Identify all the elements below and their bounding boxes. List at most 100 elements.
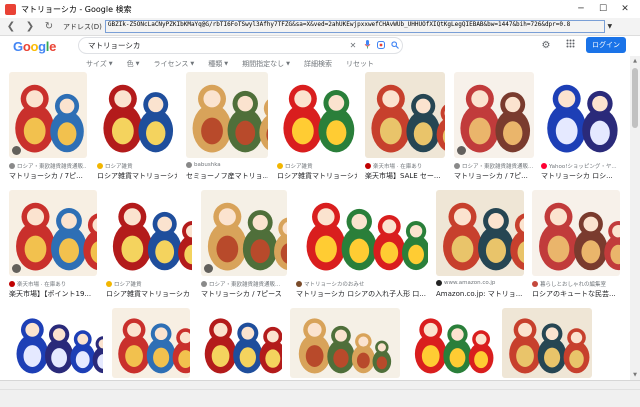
login-button[interactable]: ログイン xyxy=(586,37,626,53)
result-thumbnail[interactable] xyxy=(9,308,103,378)
image-result[interactable]: Yahoo!ショッピング・ヤ... マトリョーシカ ロシ... xyxy=(541,72,619,190)
result-caption[interactable]: マトリョーシカ / 7ピ... xyxy=(9,171,87,181)
image-result[interactable]: ロシア・東欧雑貨雑貨通販... マトリョーシカ / 7ピ... xyxy=(9,72,87,190)
favicon-icon xyxy=(541,163,547,169)
filter-size[interactable]: サイズ ▼ xyxy=(86,59,113,69)
image-result[interactable]: ロシア・東欧雑貨雑貨通販... マトリョーシカ / 7ピース xyxy=(201,190,287,308)
result-source[interactable]: ロシア雑貨 xyxy=(106,280,192,288)
result-source[interactable]: 暮らしとおしゃれの編集室 xyxy=(532,280,620,288)
scrollbar[interactable]: ▲ ▼ xyxy=(630,56,640,380)
minimize-button[interactable]: ─ xyxy=(570,0,592,18)
result-thumbnail[interactable] xyxy=(541,72,619,158)
filter-license[interactable]: ライセンス ▼ xyxy=(154,59,195,69)
result-source[interactable]: マトリョーシカのおみせ xyxy=(296,280,428,288)
result-thumbnail[interactable] xyxy=(112,308,190,378)
filter-color[interactable]: 色 ▼ xyxy=(127,59,140,69)
filter-time[interactable]: 期間指定なし ▼ xyxy=(242,59,290,69)
result-caption[interactable]: ロシアのキュートな民芸... xyxy=(532,289,620,299)
image-result[interactable] xyxy=(9,308,103,380)
result-caption[interactable]: Amazon.co.jp: マトリョ... xyxy=(436,289,524,299)
image-result[interactable]: ロシア・東欧雑貨雑貨通販... マトリョーシカ / 7ピ... xyxy=(454,72,534,190)
result-thumbnail[interactable] xyxy=(436,190,524,276)
image-result[interactable]: www.amazon.co.jp Amazon.co.jp: マトリョ... xyxy=(436,190,524,308)
result-caption[interactable]: セミョーノフ産マトリョ... xyxy=(186,171,268,181)
result-thumbnail[interactable] xyxy=(277,72,357,158)
favicon-icon xyxy=(97,163,103,169)
gear-icon[interactable]: ⚙ xyxy=(538,40,554,51)
image-result[interactable]: 暮らしとおしゃれの編集室 ロシアのキュートな民芸... xyxy=(532,190,620,308)
image-result[interactable] xyxy=(112,308,190,380)
result-thumbnail[interactable] xyxy=(532,190,620,276)
status-bar xyxy=(0,380,640,407)
result-thumbnail[interactable] xyxy=(408,308,494,378)
image-result[interactable] xyxy=(502,308,592,380)
result-caption[interactable]: ロシア雑貨マトリョーシカ... xyxy=(97,171,177,181)
result-thumbnail[interactable] xyxy=(454,72,534,158)
scroll-thumb[interactable] xyxy=(632,68,638,128)
maximize-button[interactable]: ☐ xyxy=(592,0,614,18)
refresh-icon[interactable]: ↻ xyxy=(41,19,57,35)
result-thumbnail[interactable] xyxy=(502,308,592,378)
favicon-icon xyxy=(9,163,15,169)
filter-advanced[interactable]: 詳細検索 xyxy=(304,59,332,69)
result-thumbnail[interactable] xyxy=(365,72,445,158)
address-input[interactable]: GBZIk-Z5ONcLaCNyPZKIbKMaYq@G/rbTI6FoTSwy… xyxy=(104,20,605,33)
back-icon[interactable]: ❮ xyxy=(3,19,19,35)
result-source[interactable]: Yahoo!ショッピング・ヤ... xyxy=(541,162,619,170)
result-source[interactable]: ロシア雑貨 xyxy=(277,162,357,170)
result-thumbnail[interactable] xyxy=(198,308,282,378)
result-caption[interactable]: マトリョーシカ ロシ... xyxy=(541,171,619,181)
result-thumbnail[interactable] xyxy=(97,72,177,158)
result-source[interactable]: ロシア雑貨 xyxy=(97,162,177,170)
close-button[interactable]: ✕ xyxy=(614,0,636,18)
image-result[interactable] xyxy=(198,308,282,380)
image-result[interactable]: 楽天市場 · 在庫あり 楽天市場】【ポイント19... xyxy=(9,190,97,308)
search-box[interactable]: マトリョーシカ ✕ xyxy=(78,37,403,54)
result-caption[interactable]: マトリョーシカ / 7ピース xyxy=(201,289,287,299)
result-caption[interactable]: 楽天市場】【ポイント19... xyxy=(9,289,97,299)
image-result[interactable]: マトリョーシカのおみせ マトリョーシカ ロシアの入れ子人形 口... xyxy=(296,190,428,308)
favicon-icon xyxy=(532,281,538,287)
scroll-up-icon[interactable]: ▲ xyxy=(630,56,640,66)
result-thumbnail[interactable] xyxy=(296,190,428,276)
result-source[interactable]: 楽天市場 · 在庫あり xyxy=(365,162,445,170)
lens-icon[interactable] xyxy=(374,40,388,51)
image-result[interactable] xyxy=(408,308,494,380)
result-source[interactable]: ロシア・東欧雑貨雑貨通販... xyxy=(454,162,534,170)
result-thumbnail[interactable] xyxy=(201,190,287,276)
image-result[interactable]: ロシア雑貨 ロシア雑貨マトリョーシカ /... xyxy=(106,190,192,308)
image-result[interactable] xyxy=(290,308,400,380)
result-source[interactable]: ロシア・東欧雑貨雑貨通販... xyxy=(201,280,287,288)
result-source[interactable]: babushka xyxy=(186,162,268,168)
filter-type[interactable]: 種類 ▼ xyxy=(208,59,228,69)
result-thumbnail[interactable] xyxy=(9,190,97,276)
favicon-icon xyxy=(365,163,371,169)
image-results-grid: ロシア・東欧雑貨雑貨通販... マトリョーシカ / 7ピ... ロシア雑貨 ロシア雑貨… xyxy=(0,72,628,380)
result-source[interactable]: www.amazon.co.jp xyxy=(436,280,524,286)
result-thumbnail[interactable] xyxy=(106,190,192,276)
clear-icon[interactable]: ✕ xyxy=(346,41,360,50)
result-caption[interactable]: 楽天市場】SALE セー... xyxy=(365,171,445,181)
apps-grid-icon[interactable] xyxy=(562,39,578,51)
search-input[interactable]: マトリョーシカ xyxy=(88,40,346,51)
result-source[interactable]: ロシア・東欧雑貨雑貨通販... xyxy=(9,162,87,170)
mic-icon[interactable] xyxy=(360,40,374,51)
image-result[interactable]: ロシア雑貨ロシア雑貨マトリョーシカ... xyxy=(277,72,357,190)
result-caption[interactable]: ロシア雑貨マトリョーシカ... xyxy=(277,171,357,181)
image-result[interactable]: ロシア雑貨ロシア雑貨マトリョーシカ... xyxy=(97,72,177,190)
result-source[interactable]: 楽天市場 · 在庫あり xyxy=(9,280,97,288)
search-icon[interactable] xyxy=(388,40,402,51)
forward-icon[interactable]: ❯ xyxy=(22,19,38,35)
address-dropdown-icon[interactable]: ▼ xyxy=(605,20,615,33)
result-caption[interactable]: マトリョーシカ ロシアの入れ子人形 口... xyxy=(296,289,428,299)
scroll-down-icon[interactable]: ▼ xyxy=(630,370,640,380)
google-logo[interactable]: Google xyxy=(13,39,56,54)
result-thumbnail[interactable] xyxy=(186,72,268,158)
result-thumbnail[interactable] xyxy=(9,72,87,158)
image-result[interactable]: 楽天市場 · 在庫あり 楽天市場】SALE セー... xyxy=(365,72,445,190)
image-result[interactable]: babushka セミョーノフ産マトリョ... xyxy=(186,72,268,190)
result-caption[interactable]: ロシア雑貨マトリョーシカ /... xyxy=(106,289,192,299)
result-thumbnail[interactable] xyxy=(290,308,400,378)
filter-reset[interactable]: リセット xyxy=(346,59,374,69)
result-caption[interactable]: マトリョーシカ / 7ピ... xyxy=(454,171,534,181)
